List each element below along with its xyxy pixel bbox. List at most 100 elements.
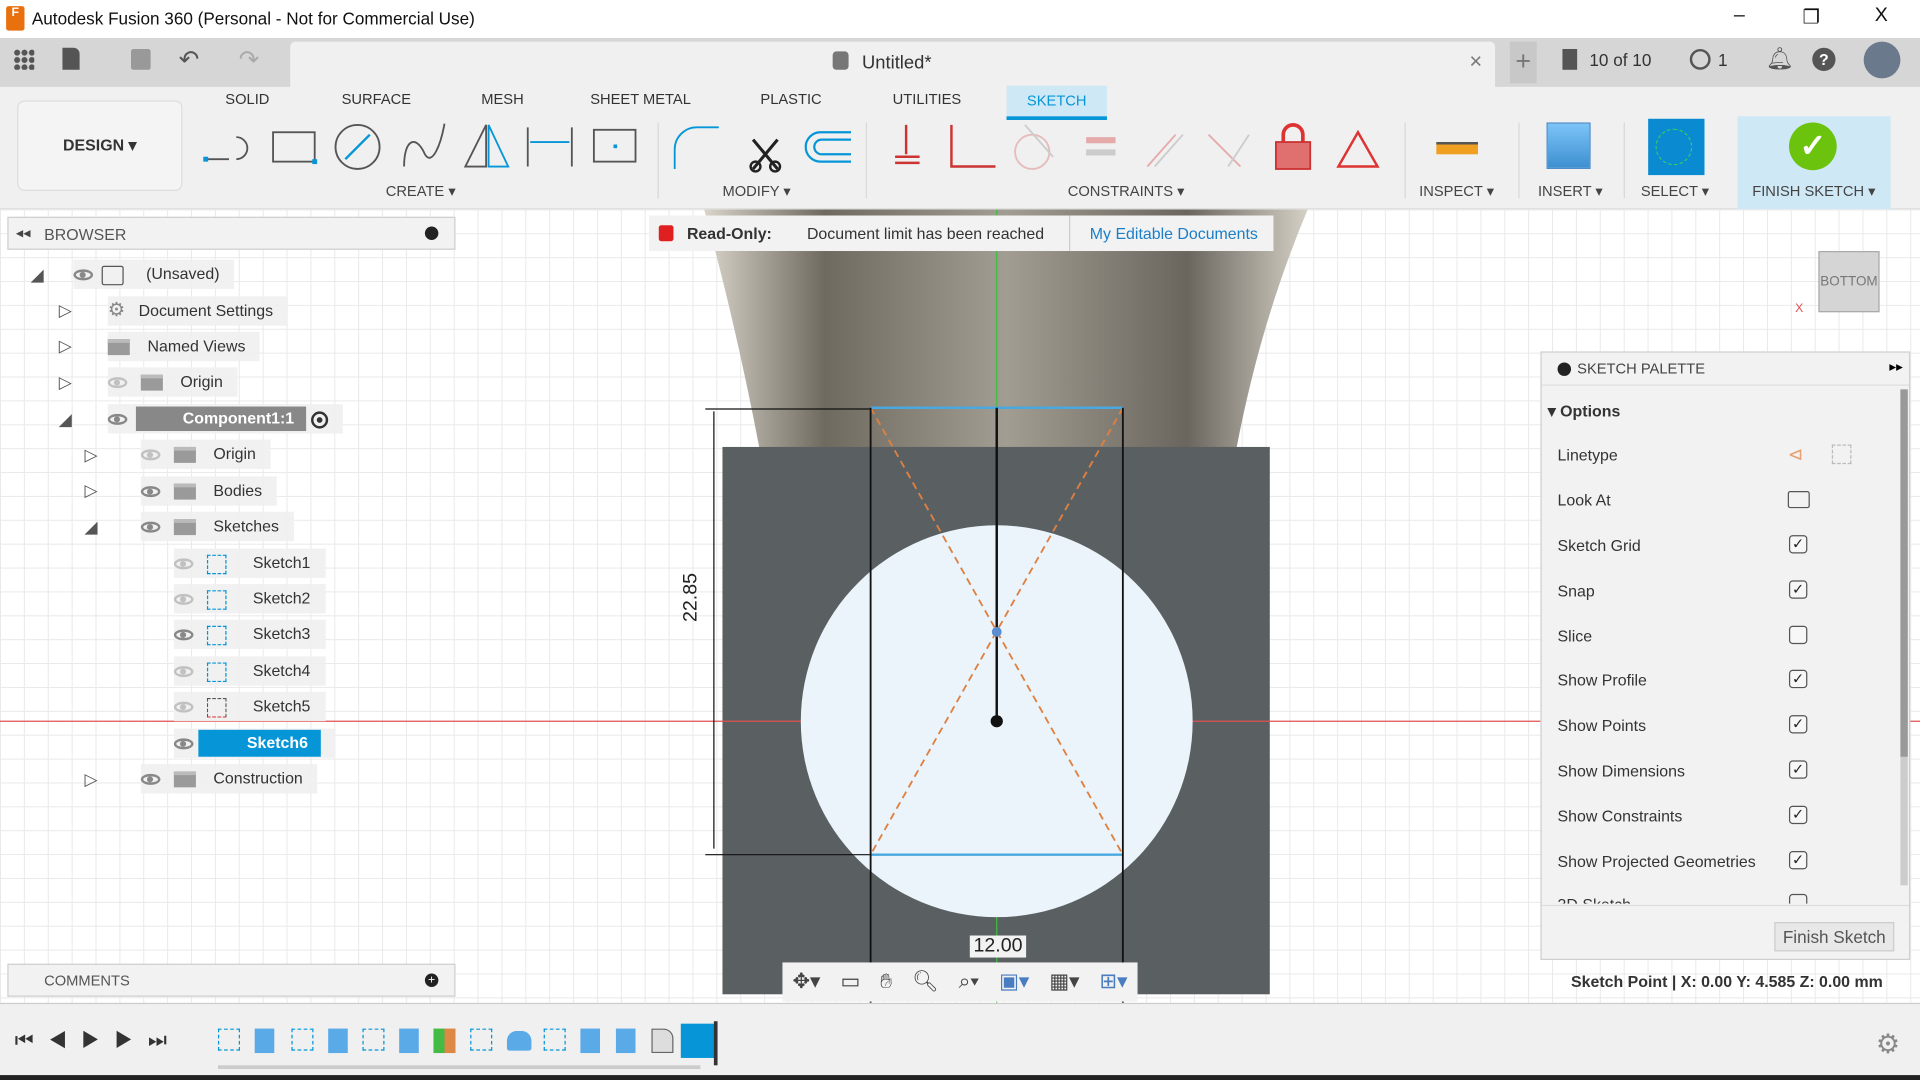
redo-icon[interactable]: ↷ [239,44,260,75]
orbit-icon[interactable]: ✥▾ [792,970,820,994]
fillet-tool-icon[interactable] [673,126,719,169]
go-to-start-button[interactable]: ⏮ [15,1029,48,1052]
palette-scrollbar[interactable] [1900,389,1908,886]
checkmark-icon[interactable]: ✓ [1788,122,1837,171]
show-constraints-checkbox[interactable]: ✓ [1788,805,1808,825]
tree-item-origin[interactable]: Origin [140,439,271,469]
pan-icon[interactable]: ✋︎ [880,970,892,994]
tree-item-named-views[interactable]: Named Views [107,331,261,362]
save-icon[interactable] [131,48,151,70]
origin-point[interactable] [990,715,1003,728]
document-count[interactable]: 10 of 10 [1589,50,1651,70]
expand-arrow-icon[interactable]: ▷ [59,372,72,393]
new-tab-button[interactable]: + [1509,41,1537,84]
horizontal-vertical-constraint-icon[interactable] [895,124,920,165]
expand-palette-icon[interactable]: ▸▸ [1889,359,1903,375]
offset-tool-icon[interactable] [804,131,852,163]
notifications-icon[interactable]: 🔔︎ [1766,47,1794,73]
timeline-sketch-icon[interactable] [291,1028,314,1051]
modify-menu[interactable]: MODIFY ▾ [722,182,790,199]
close-tab-button[interactable]: × [1469,49,1482,75]
insert-image-icon[interactable] [1546,122,1591,169]
eye-hidden-icon[interactable] [107,377,128,389]
slice-checkbox[interactable] [1788,625,1808,645]
look-at-icon[interactable] [1787,491,1810,509]
tab-solid[interactable]: SOLID [225,91,269,108]
expand-arrow-icon[interactable]: ▷ [84,444,97,465]
eye-icon[interactable] [140,486,161,498]
tree-item-sketch1[interactable]: Sketch1 [173,548,326,578]
tree-item-sketch5[interactable]: Sketch5 [173,691,326,722]
tab-sketch[interactable]: SKETCH [1006,85,1107,121]
eye-icon[interactable] [140,773,161,785]
eye-icon[interactable] [140,521,161,533]
display-settings-icon[interactable]: ▣▾ [999,970,1029,994]
tree-item-sketch6[interactable]: Sketch6 [173,728,335,758]
help-icon[interactable]: ? [1812,47,1836,72]
timeline-extrude-icon[interactable] [328,1028,348,1054]
timeline-sketch-icon[interactable] [362,1028,385,1051]
job-status-icon[interactable] [1689,48,1711,70]
measure-icon[interactable] [1436,142,1478,155]
apps-grid-icon[interactable] [13,48,35,70]
browser-minimize-icon[interactable] [424,226,439,241]
grid-settings-icon[interactable]: ▦▾ [1049,970,1079,994]
finish-sketch-menu[interactable]: FINISH SKETCH ▾ [1752,182,1875,199]
timeline-marker[interactable] [713,1021,718,1066]
tab-mesh[interactable]: MESH [481,91,523,108]
eye-icon[interactable] [73,269,94,281]
look-at-icon[interactable]: ▭ [840,970,860,994]
inspect-menu[interactable]: INSPECT ▾ [1419,182,1494,199]
palette-minimize-icon[interactable] [1557,362,1572,376]
tree-item-sketch3[interactable]: Sketch3 [173,619,326,649]
undo-icon[interactable]: ↶ [179,44,200,75]
tree-item-construction[interactable]: Construction [140,764,318,794]
trim-tool-icon[interactable] [749,138,782,173]
show-profile-checkbox[interactable]: ✓ [1788,669,1808,689]
mirror-tool-icon[interactable] [463,124,510,168]
user-avatar[interactable] [1863,41,1901,79]
dimension-tool-icon[interactable] [526,127,573,167]
timeline-revolve-icon[interactable] [506,1031,532,1051]
eye-hidden-icon[interactable] [173,593,194,605]
sketch-grid-checkbox[interactable]: ✓ [1788,535,1808,554]
timeline-extrude-icon[interactable] [615,1028,636,1054]
tree-item-origin[interactable]: Origin [107,367,238,397]
viewcube[interactable]: BOTTOM [1818,251,1880,313]
tangent-constraint-icon[interactable] [1014,124,1054,170]
fix-constraint-icon[interactable] [1275,123,1312,170]
constraints-menu[interactable]: CONSTRAINTS ▾ [1068,182,1185,199]
expand-arrow-icon[interactable]: ▷ [59,300,72,321]
select-menu[interactable]: SELECT ▾ [1641,182,1709,199]
symmetry-constraint-icon[interactable] [1336,129,1380,168]
tree-item-document-settings[interactable]: ⚙ Document Settings [107,296,288,326]
timeline-extrude-icon[interactable] [580,1028,601,1054]
tree-item-component[interactable]: Component1:1 [107,404,343,434]
vertical-dimension[interactable]: 22.85 [681,573,703,622]
activate-component-icon[interactable] [310,410,328,429]
close-window-button[interactable]: X [1875,5,1888,27]
coincident-constraint-icon[interactable] [950,124,996,168]
tab-utilities[interactable]: UTILITIES [893,91,962,108]
finish-sketch-button[interactable]: Finish Sketch [1774,922,1895,952]
expand-arrow-icon[interactable]: ◢ [31,264,44,285]
circle-tool-icon[interactable] [334,123,381,170]
sketch-point[interactable] [991,626,1002,637]
play-button[interactable]: ▶ [81,1029,114,1052]
tab-surface[interactable]: SURFACE [342,91,411,108]
expand-arrow-icon[interactable]: ◢ [59,409,72,430]
viewports-icon[interactable]: ⊞▾ [1100,970,1128,994]
tree-item-sketches[interactable]: Sketches [140,511,294,542]
eye-hidden-icon[interactable] [140,449,161,461]
restore-button[interactable]: ❐ [1802,5,1820,29]
add-comment-icon[interactable]: + [424,973,439,987]
eye-icon[interactable] [173,738,194,750]
perpendicular-constraint-icon[interactable] [1207,134,1250,168]
timeline-extrude-icon[interactable] [399,1028,419,1054]
step-forward-button[interactable]: ▶ [115,1029,148,1052]
step-back-button[interactable]: ◀ [48,1029,81,1052]
eye-icon[interactable] [107,413,128,425]
collapse-browser-icon[interactable]: ◂◂ [16,224,31,241]
timeline-fillet-icon[interactable] [651,1028,674,1054]
eye-hidden-icon[interactable] [173,558,194,570]
